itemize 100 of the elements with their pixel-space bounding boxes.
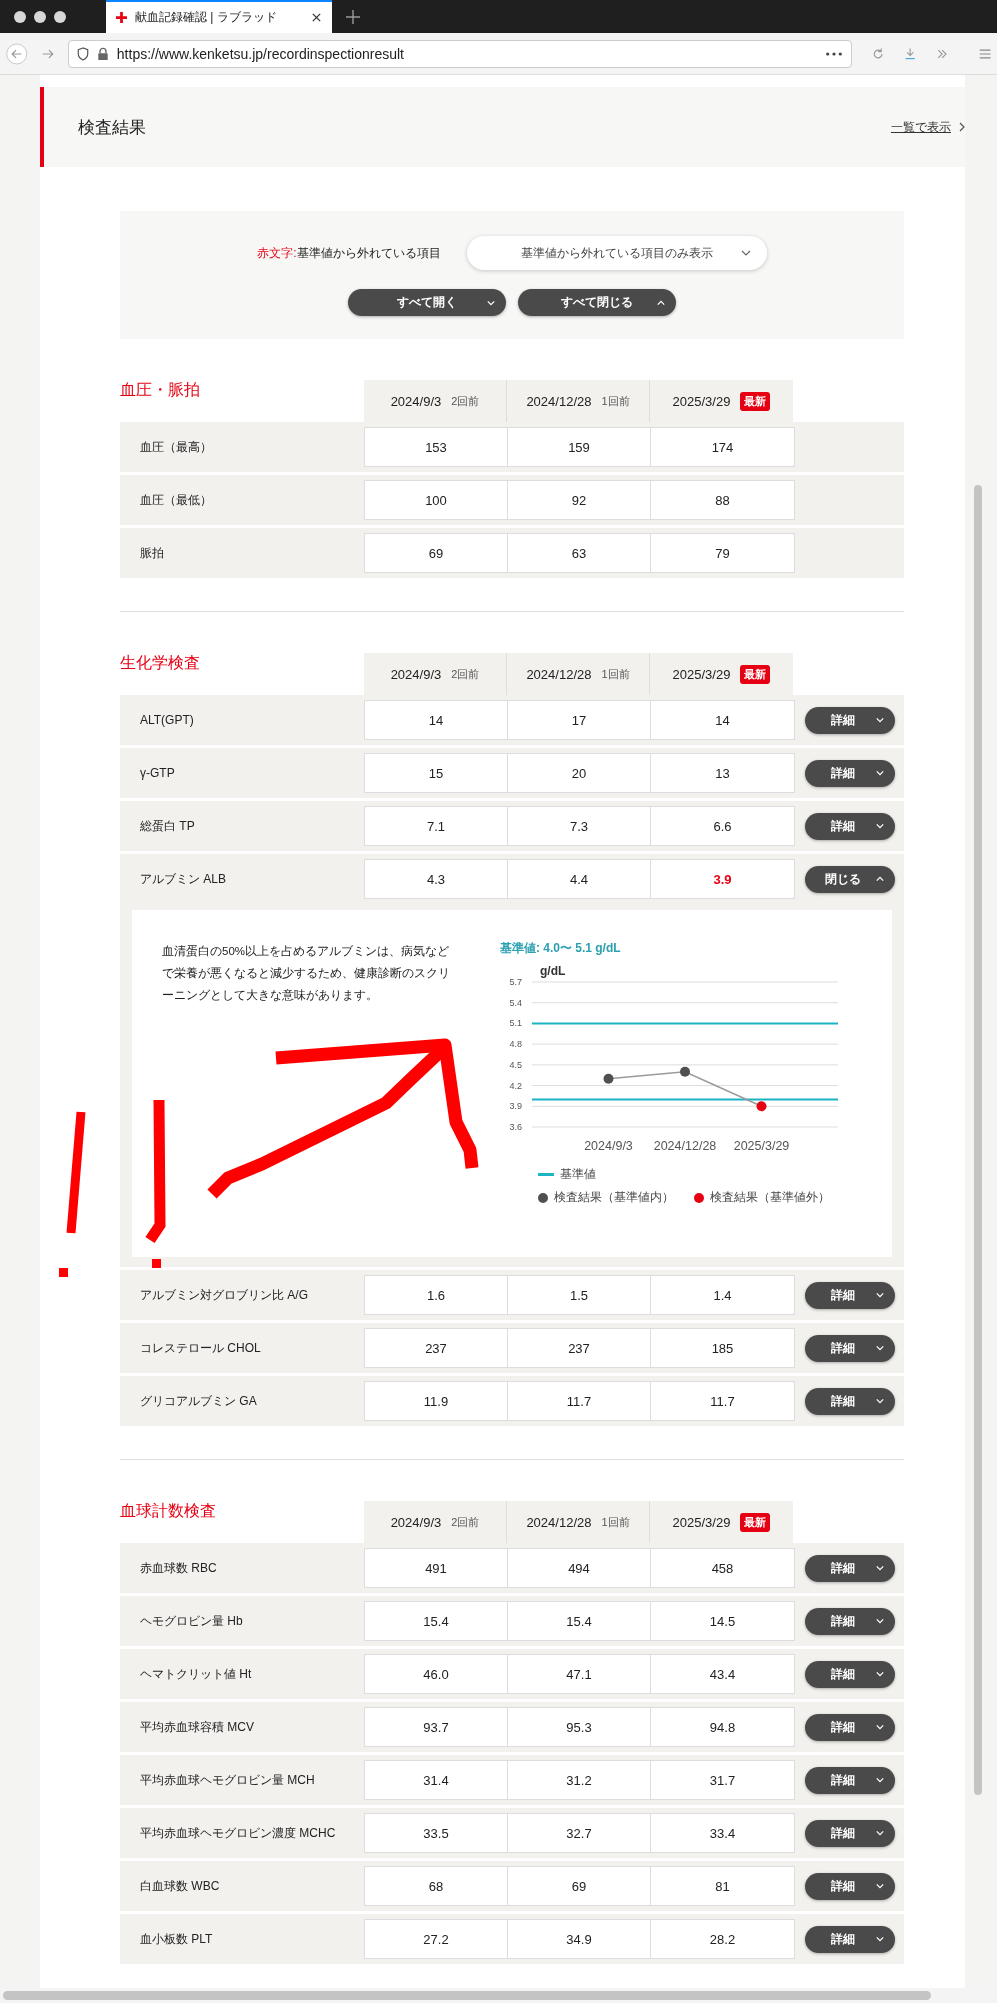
value-cell: 33.5 <box>365 1814 508 1852</box>
value-cell: 69 <box>365 534 508 572</box>
details-button[interactable]: 詳細 <box>805 1872 895 1900</box>
value-cell: 69 <box>508 1867 651 1905</box>
test-name: γ-GTP <box>139 766 176 780</box>
value-cell: 4.3 <box>365 860 508 898</box>
value-cell: 15 <box>365 754 508 792</box>
value-cell-text: 31.7 <box>708 1771 737 1790</box>
chevron-down-icon <box>876 1830 884 1836</box>
window-control-dot[interactable] <box>14 10 26 23</box>
value-cell: 153 <box>365 428 508 466</box>
section-title: 血圧・脈拍 <box>120 380 201 400</box>
value-cell-text: 6.6 <box>712 817 733 836</box>
reference-range: 基準値: 4.0〜 5.1 g/dL <box>499 940 622 957</box>
list-view-link[interactable]: 一覧で表示 <box>891 118 951 136</box>
section-title: 血球計数検査 <box>120 1501 217 1521</box>
value-cell: 46.0 <box>365 1655 508 1693</box>
chevron-down-icon <box>876 1671 884 1677</box>
visit-note: 2回前 <box>451 393 480 409</box>
value-cell-text: 33.4 <box>708 1824 737 1843</box>
tick-label: 3.9 <box>509 1101 522 1112</box>
chevron-down-icon <box>876 1345 884 1351</box>
expand-all-button[interactable]: すべて開く <box>348 289 506 316</box>
details-button[interactable]: 詳細 <box>805 1766 895 1794</box>
value-cell: 27.2 <box>365 1920 508 1958</box>
date-label: 2024/12/28 <box>526 1514 592 1530</box>
details-button[interactable]: 詳細 <box>805 1281 895 1309</box>
test-name: 白血球数 WBC <box>139 1877 221 1895</box>
window-control-dot[interactable] <box>34 10 46 23</box>
collapse-all-button[interactable]: すべて閉じる <box>518 289 676 316</box>
test-name: 平均赤血球ヘモグロビン濃度 MCHC <box>139 1824 337 1842</box>
tick-label: 4.5 <box>509 1059 522 1070</box>
visit-note: 1回前 <box>601 393 630 409</box>
value-cell: 15.4 <box>365 1602 508 1640</box>
value-cell: 47.1 <box>508 1655 651 1693</box>
address-bar[interactable]: https://www.kenketsu.jp/recordinspectionresult <box>67 39 852 68</box>
value-cell: 95.3 <box>508 1708 651 1746</box>
details-button[interactable]: 詳細 <box>805 1554 895 1582</box>
section-title: 生化学検査 <box>120 653 201 673</box>
value-cell: 159 <box>508 428 651 466</box>
details-button[interactable]: 詳細 <box>805 812 895 840</box>
value-cell-text: 11.7 <box>709 1392 736 1411</box>
test-name: ヘマトクリット値 Ht <box>139 1665 253 1683</box>
new-tab-icon[interactable] <box>346 9 360 24</box>
tick-label: 5.1 <box>509 1018 522 1029</box>
test-name: 平均赤血球ヘモグロビン量 MCH <box>139 1771 316 1789</box>
close-icon[interactable] <box>311 12 322 23</box>
date-label: 2024/12/28 <box>653 1139 717 1153</box>
chevron-down-icon <box>876 823 884 829</box>
value-cell: 14 <box>365 701 508 739</box>
legend-label: 基準値 <box>559 1166 596 1183</box>
tick-label: 4.2 <box>509 1080 522 1091</box>
value-cell: 237 <box>508 1329 651 1367</box>
value-cell: 32.7 <box>508 1814 651 1852</box>
visit-note: 1回前 <box>601 666 630 682</box>
details-button[interactable]: 詳細 <box>805 759 895 787</box>
date-label: 2025/3/29 <box>733 1139 790 1153</box>
value-cell: 20 <box>508 754 651 792</box>
value-cell: 100 <box>365 481 508 519</box>
data-point <box>603 1073 614 1084</box>
details-button[interactable]: 詳細 <box>805 706 895 734</box>
window-control-dot[interactable] <box>54 10 66 23</box>
browser-tab[interactable]: 献血記録確認 | ラブラッド <box>106 0 332 33</box>
details-button[interactable]: 詳細 <box>805 1660 895 1688</box>
test-name: アルブミン対グロブリン比 A/G <box>139 1286 309 1304</box>
test-name: 血小板数 PLT <box>139 1930 214 1948</box>
test-name: アルブミン ALB <box>139 870 227 888</box>
details-button[interactable]: 詳細 <box>805 1334 895 1362</box>
legend-label: 検査結果（基準値外） <box>709 1189 830 1206</box>
chevron-up-icon <box>876 876 884 882</box>
scrollbar-thumb[interactable] <box>3 1991 931 2000</box>
details-button[interactable]: 詳細 <box>805 1387 895 1415</box>
data-point <box>756 1101 767 1112</box>
date-label: 2024/9/3 <box>390 666 442 682</box>
value-cell-text: 3.9 <box>712 870 733 889</box>
filter-dropdown[interactable]: 基準値から外れている項目のみ表示 <box>466 236 767 270</box>
test-name: ALT(GPT) <box>139 713 195 727</box>
details-button[interactable]: 詳細 <box>805 1607 895 1635</box>
scrollbar-thumb[interactable] <box>974 485 982 1795</box>
details-button[interactable]: 詳細 <box>805 1713 895 1741</box>
details-button[interactable]: 詳細 <box>805 1819 895 1847</box>
value-cell: 491 <box>365 1549 508 1587</box>
more-icon[interactable] <box>824 51 843 56</box>
value-cell: 1.6 <box>365 1276 508 1314</box>
latest-badge: 最新 <box>740 664 771 684</box>
value-cell-text: 79 <box>714 544 731 563</box>
value-cell-text: 13 <box>714 764 731 783</box>
shield-icon <box>76 46 89 61</box>
value-cell: 34.9 <box>508 1920 651 1958</box>
value-cell: 11.7 <box>508 1382 651 1420</box>
chevron-down-icon <box>876 1292 884 1298</box>
value-cell: 68 <box>365 1867 508 1905</box>
value-cell: 31.2 <box>508 1761 651 1799</box>
close-button[interactable]: 閉じる <box>805 865 895 893</box>
details-button[interactable]: 詳細 <box>805 1925 895 1953</box>
date-label: 2024/12/28 <box>526 393 592 409</box>
value-cell-text: 43.4 <box>708 1665 737 1684</box>
chevron-down-icon <box>487 299 495 306</box>
date-label: 2024/12/28 <box>526 666 592 682</box>
axis-label: g/dL <box>539 965 566 978</box>
